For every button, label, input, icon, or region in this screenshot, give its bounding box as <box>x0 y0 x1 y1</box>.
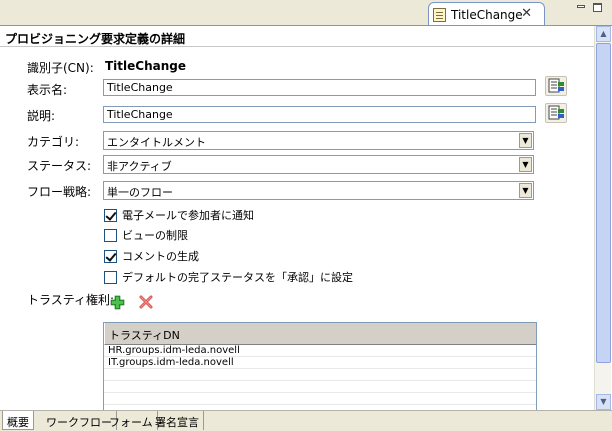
tab-overview[interactable]: 概要 <box>2 411 34 430</box>
description-edit-button[interactable] <box>545 103 567 123</box>
default-approve-checkbox[interactable] <box>104 270 117 284</box>
scroll-up-icon[interactable]: ▲ <box>596 26 611 42</box>
table-row <box>104 393 536 405</box>
notify-email-option[interactable]: 電子メールで参加者に通知 <box>104 207 254 223</box>
restrict-view-option[interactable]: ビューの制限 <box>104 227 188 243</box>
localize-edit-icon <box>548 105 564 120</box>
status-value: 非アクティブ <box>107 160 172 173</box>
editor-tab-title: TitleChange <box>451 7 523 22</box>
status-label: ステータス: <box>27 159 92 173</box>
tab-form[interactable]: フォーム <box>105 411 158 430</box>
trustee-dn-column-header[interactable]: トラスティDN <box>104 323 536 345</box>
cn-value: TitleChange <box>105 59 187 73</box>
table-row[interactable]: HR.groups.idm-leda.novell <box>104 345 536 357</box>
generate-comments-checkbox[interactable] <box>104 249 117 263</box>
category-select[interactable]: エンタイトルメント ▼ <box>103 131 534 150</box>
table-row <box>104 369 536 381</box>
chevron-down-icon[interactable]: ▼ <box>519 183 532 198</box>
flow-strategy-label: フロー戦略: <box>27 185 92 199</box>
table-row[interactable]: IT.groups.idm-leda.novell <box>104 357 536 369</box>
tab-signature[interactable]: 署名宣言 <box>151 411 204 430</box>
delete-icon[interactable] <box>138 294 154 310</box>
default-approve-label: デフォルトの完了ステータスを「承認」に設定 <box>122 271 353 284</box>
category-label: カテゴリ: <box>27 135 80 149</box>
description-field[interactable]: TitleChange <box>103 106 536 123</box>
maximize-icon[interactable] <box>593 3 602 12</box>
localize-edit-icon <box>548 78 564 93</box>
generate-comments-label: コメントの生成 <box>122 250 199 263</box>
notify-email-checkbox[interactable] <box>104 208 117 222</box>
trustee-rights-label: トラスティ権利: <box>27 293 115 307</box>
display-name-label: 表示名: <box>27 83 68 97</box>
details-panel: プロビジョニング要求定義の詳細 識別子(CN): TitleChange 表示名… <box>0 25 612 414</box>
page-tabs: 概要 ワークフロー フォーム 署名宣言 <box>0 410 612 431</box>
display-name-field[interactable]: TitleChange <box>103 79 536 96</box>
scroll-down-icon[interactable]: ▼ <box>596 394 611 410</box>
cn-label: 識別子(CN): <box>27 61 94 75</box>
display-name-edit-button[interactable] <box>545 76 567 96</box>
editor-tabstrip: TitleChange ✕ <box>0 0 612 26</box>
flow-strategy-select[interactable]: 単一のフロー ▼ <box>103 181 534 200</box>
flow-strategy-value: 単一のフロー <box>107 186 173 199</box>
default-approve-option[interactable]: デフォルトの完了ステータスを「承認」に設定 <box>104 269 353 285</box>
status-select[interactable]: 非アクティブ ▼ <box>103 155 534 174</box>
table-row <box>104 381 536 393</box>
close-icon[interactable]: ✕ <box>521 6 532 21</box>
chevron-down-icon[interactable]: ▼ <box>519 133 532 148</box>
description-label: 説明: <box>27 109 56 123</box>
generate-comments-option[interactable]: コメントの生成 <box>104 248 199 264</box>
editor-tab-titlechange[interactable]: TitleChange ✕ <box>428 2 545 26</box>
restrict-view-label: ビューの制限 <box>122 229 188 242</box>
section-title: プロビジョニング要求定義の詳細 <box>0 27 594 47</box>
chevron-down-icon[interactable]: ▼ <box>519 157 532 172</box>
minimize-icon[interactable] <box>577 5 585 8</box>
trustee-table: トラスティDN HR.groups.idm-leda.novell IT.gro… <box>103 322 537 414</box>
add-icon[interactable] <box>110 295 125 310</box>
vertical-scrollbar[interactable]: ▲ ▼ <box>594 26 611 411</box>
category-value: エンタイトルメント <box>107 136 206 149</box>
scroll-thumb[interactable] <box>596 43 611 363</box>
restrict-view-checkbox[interactable] <box>104 228 117 242</box>
document-icon <box>433 7 446 22</box>
notify-email-label: 電子メールで参加者に通知 <box>122 209 254 222</box>
